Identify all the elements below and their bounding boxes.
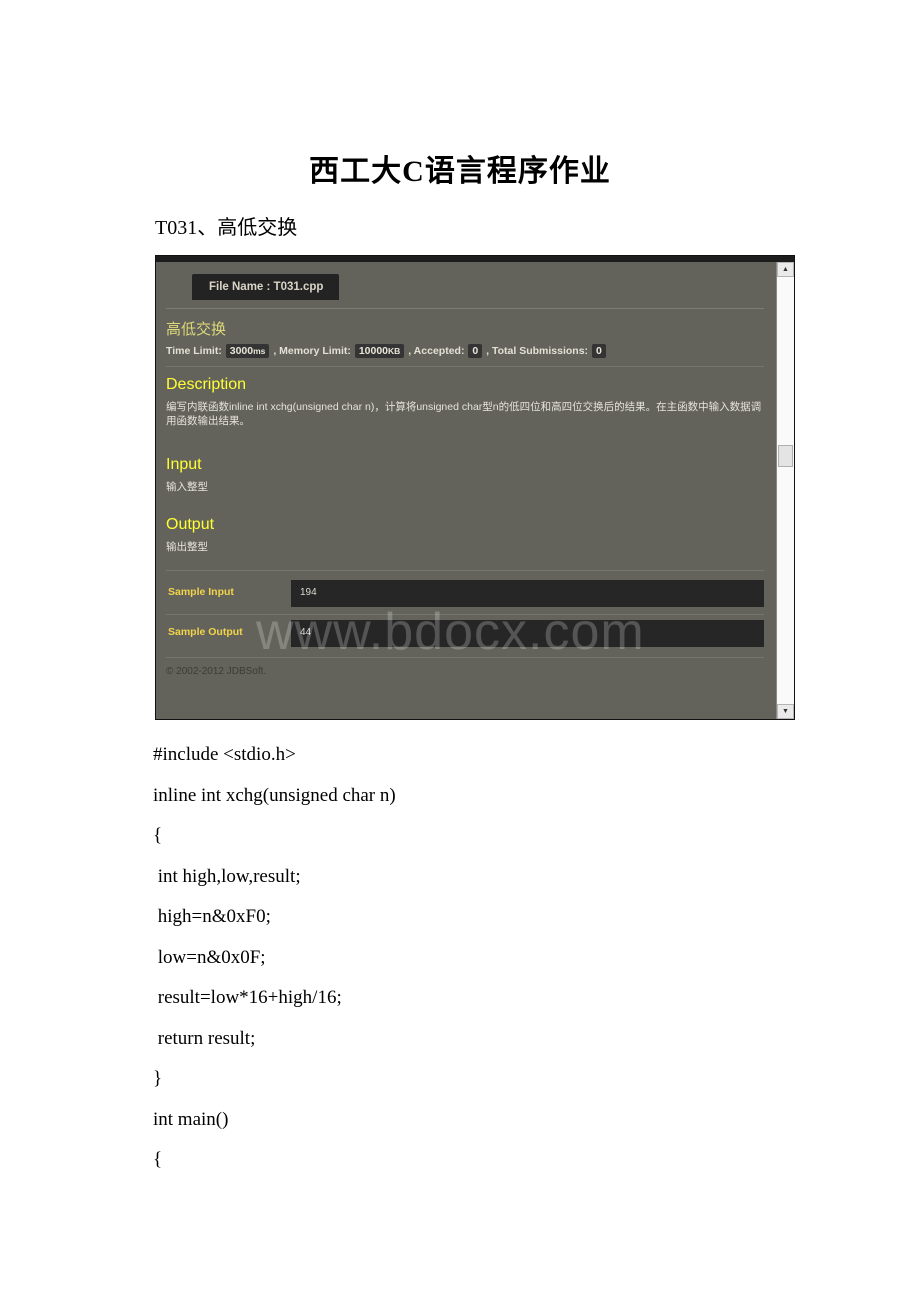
memory-limit-value: 10000: [358, 345, 389, 357]
scroll-down-arrow-icon[interactable]: ▼: [777, 704, 794, 719]
code-line: result=low*16+high/16;: [153, 987, 342, 1008]
embedded-oj-screenshot: File Name : T031.cpp 高低交换 Time Limit: 30…: [155, 255, 795, 720]
scrollbar-thumb[interactable]: [778, 445, 793, 467]
sample-output-label: Sample Output: [168, 626, 243, 638]
vertical-scrollbar[interactable]: ▲ ▼: [776, 262, 794, 719]
section-body-input: 输入整型: [166, 481, 208, 493]
file-name-tab[interactable]: File Name : T031.cpp: [192, 274, 340, 300]
tab-underline: [166, 308, 764, 309]
code-line: #include <stdio.h>: [153, 744, 296, 765]
submissions-label: , Total Submissions:: [486, 345, 589, 357]
accepted-chip: 0: [468, 344, 483, 358]
time-limit-value: 3000: [229, 345, 254, 357]
problem-subtitle: T031、高低交换: [155, 217, 298, 239]
sample-output-value: 44: [291, 620, 764, 647]
code-line: return result;: [153, 1027, 256, 1049]
time-limit-chip: 3000ms: [225, 344, 270, 358]
problem-title: 高低交换: [166, 321, 227, 338]
time-limit-unit: ms: [253, 346, 266, 356]
problem-limits: Time Limit: 3000ms , Memory Limit: 10000…: [166, 344, 607, 358]
submissions-chip: 0: [591, 344, 606, 358]
code-line: low=n&0x0F;: [153, 946, 266, 968]
code-line: {: [153, 1149, 163, 1170]
divider-above-samples: [166, 570, 764, 571]
oj-content-area: File Name : T031.cpp 高低交换 Time Limit: 30…: [156, 262, 776, 719]
time-limit-label: Time Limit:: [166, 345, 222, 357]
memory-limit-unit: KB: [388, 346, 401, 356]
divider-below-limits: [166, 366, 764, 367]
sample-input-label: Sample Input: [168, 586, 234, 598]
scrollbar-track[interactable]: [777, 277, 794, 704]
code-listing: #include <stdio.h> inline int xchg(unsig…: [153, 735, 853, 1181]
code-line: }: [153, 1068, 163, 1089]
code-line: inline int xchg(unsigned char n): [153, 784, 396, 806]
page-title: 西工大C语言程序作业: [309, 155, 611, 188]
divider-between-samples: [166, 614, 764, 615]
section-heading-output: Output: [166, 516, 215, 533]
code-line: int high,low,result;: [153, 865, 301, 887]
section-heading-description: Description: [166, 376, 247, 393]
code-line: {: [153, 825, 163, 846]
memory-limit-chip: 10000KB: [354, 344, 405, 358]
code-line: int main(): [153, 1108, 229, 1130]
scroll-up-arrow-icon[interactable]: ▲: [777, 262, 794, 277]
sample-input-value: 194: [291, 580, 764, 607]
accepted-label: , Accepted:: [408, 345, 465, 357]
section-body-output: 输出整型: [166, 541, 208, 553]
code-line: high=n&0xF0;: [153, 906, 271, 927]
divider-above-footer: [166, 657, 764, 658]
memory-limit-label: , Memory Limit:: [273, 345, 351, 357]
sample-input-row: Sample Input 194: [166, 580, 764, 610]
section-heading-input: Input: [166, 456, 202, 473]
sample-output-row: Sample Output 44: [166, 620, 764, 650]
section-body-description: 编写内联函数inline int xchg(unsigned char n)，计…: [166, 401, 762, 427]
copyright-footer: © 2002-2012 JDBSoft.: [166, 666, 267, 677]
